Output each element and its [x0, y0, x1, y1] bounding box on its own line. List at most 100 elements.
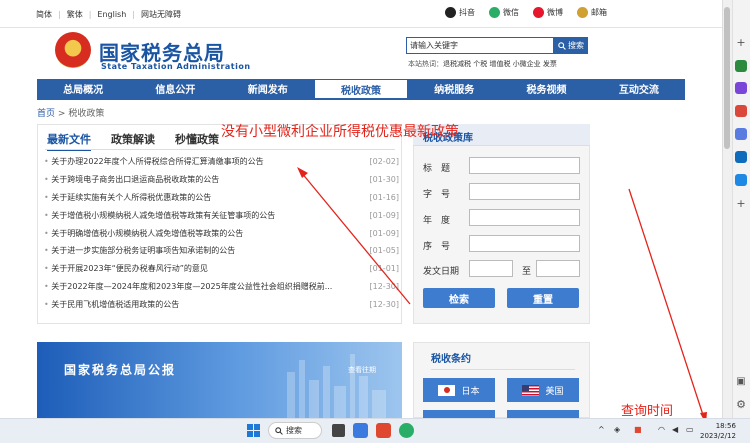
weibo-icon	[533, 7, 544, 18]
news-title[interactable]: 关于增值税小规模纳税人减免增值税等政策有关征管事项的公告	[44, 210, 275, 221]
nav-info-disclosure[interactable]: 信息公开	[129, 79, 221, 98]
country-usa-button[interactable]: 美国	[507, 378, 579, 402]
wps-icon[interactable]	[376, 423, 391, 438]
tab-policy-interpretation[interactable]: 政策解读	[111, 131, 155, 151]
hot-terms: 本站热词：退税减税 个税 增值税 小微企业 发票	[408, 59, 557, 69]
reset-button[interactable]: 重置	[507, 288, 579, 308]
taskbar-search[interactable]: 搜索	[268, 422, 322, 439]
news-date: [01-30]	[369, 175, 400, 185]
tray-wps-icon[interactable]: ■	[634, 425, 642, 434]
link-traditional[interactable]: 繁体	[67, 9, 83, 20]
tray-app-icon[interactable]: ◈	[614, 425, 620, 434]
label-doc-number: 字 号	[423, 190, 451, 200]
bulletin-banner[interactable]	[37, 342, 402, 418]
label-serial: 序 号	[423, 242, 451, 252]
hot-terms-list[interactable]: 退税减税 个税 增值税 小微企业 发票	[443, 60, 557, 68]
list-item[interactable]: 关于办理2022年度个人所得税综合所得汇算清缴事项的公告 [02-02]	[44, 153, 399, 171]
list-item[interactable]: 关于跨境电子商务出口退运商品税收政策的公告 [01-30]	[44, 171, 399, 189]
wifi-icon[interactable]: ◠	[658, 425, 665, 434]
news-title[interactable]: 关于延续实施有关个人所得税优惠政策的公告	[44, 192, 211, 203]
outlook-icon[interactable]	[735, 151, 747, 163]
social-wechat[interactable]: 微信	[489, 7, 519, 18]
nav-news[interactable]: 新闻发布	[222, 79, 314, 98]
country-button-partial[interactable]	[507, 410, 579, 418]
wechat-app-icon[interactable]	[399, 423, 414, 438]
year-field[interactable]	[469, 209, 580, 226]
nav-tax-policy[interactable]: 税收政策	[313, 79, 409, 98]
list-item[interactable]: 关于进一步实施部分税务证明事项告知承诺制的公告 [01-05]	[44, 242, 399, 260]
add-icon[interactable]: +	[735, 36, 747, 49]
query-button[interactable]: 检索	[423, 288, 495, 308]
news-title[interactable]: 关于进一步实施部分税务证明事项告知承诺制的公告	[44, 245, 235, 256]
list-item[interactable]: 关于开展2023年“便民办税春风行动”的意见 [01-01]	[44, 260, 399, 278]
list-item[interactable]: 关于2022年度—2024年度和2023年度—2025年度公益性社会组织捐赠税前…	[44, 278, 399, 296]
news-title[interactable]: 关于明确增值税小规模纳税人减免增值税等政策的公告	[44, 228, 243, 239]
taskbar-search-label: 搜索	[286, 426, 302, 435]
nav-tax-video[interactable]: 税务视频	[500, 79, 592, 98]
news-title[interactable]: 关于民用飞机增值税适用政策的公告	[44, 299, 179, 310]
social-douyin[interactable]: 抖音	[445, 7, 475, 18]
list-item[interactable]: 关于增值税小规模纳税人减免增值税等政策有关征管事项的公告 [01-09]	[44, 206, 399, 224]
edge-browser-icon[interactable]	[353, 423, 368, 438]
email-icon	[577, 7, 588, 18]
treaty-divider	[431, 369, 575, 370]
wechat-icon	[489, 7, 500, 18]
tab-quick-policy[interactable]: 秒懂政策	[175, 131, 219, 151]
breadcrumb-sep: >	[57, 109, 66, 119]
search-icon	[275, 426, 283, 435]
nav-overview[interactable]: 总局概况	[37, 79, 129, 98]
country-button-partial[interactable]	[423, 410, 495, 418]
date-from-field[interactable]	[469, 260, 513, 277]
social-douyin-label: 抖音	[459, 8, 475, 17]
volume-icon[interactable]: ◀	[672, 425, 678, 434]
tray-chevron-icon[interactable]: ^	[598, 425, 605, 434]
tools-icon[interactable]	[735, 82, 747, 94]
link-simplified[interactable]: 简体	[36, 9, 52, 20]
scrollbar-thumb[interactable]	[724, 7, 730, 149]
news-date: [12-30]	[369, 299, 400, 309]
search-button[interactable]: 搜索	[554, 37, 588, 54]
copilot-icon[interactable]	[735, 128, 747, 140]
doc-number-field[interactable]	[469, 183, 580, 200]
games-icon[interactable]	[735, 105, 747, 117]
tab-latest-files[interactable]: 最新文件	[47, 131, 91, 151]
search-input[interactable]	[406, 37, 554, 54]
list-item[interactable]: 关于延续实施有关个人所得税优惠政策的公告 [01-16]	[44, 189, 399, 207]
news-date: [01-09]	[369, 210, 400, 220]
social-wechat-label: 微信	[503, 8, 519, 17]
battery-icon[interactable]: ▭	[686, 425, 694, 434]
link-english[interactable]: English	[97, 10, 126, 19]
nav-interaction[interactable]: 互动交流	[593, 79, 685, 98]
news-title[interactable]: 关于办理2022年度个人所得税综合所得汇算清缴事项的公告	[44, 156, 263, 167]
nav-tax-service[interactable]: 纳税服务	[408, 79, 500, 98]
title-field[interactable]	[469, 157, 580, 174]
news-title[interactable]: 关于开展2023年“便民办税春风行动”的意见	[44, 263, 208, 274]
serial-field[interactable]	[469, 235, 580, 252]
label-date-to: 至	[522, 267, 532, 277]
more-add-icon[interactable]: +	[735, 197, 747, 210]
link-accessibility[interactable]: 网站无障碍	[141, 9, 181, 20]
task-view-icon[interactable]	[332, 424, 345, 437]
date-to-field[interactable]	[536, 260, 580, 277]
shopping-icon[interactable]	[735, 60, 747, 72]
main-nav: 总局概况 信息公开 新闻发布 税收政策 纳税服务 税务视频 互动交流	[37, 79, 685, 98]
list-item[interactable]: 关于明确增值税小规模纳税人减免增值税等政策的公告 [01-09]	[44, 224, 399, 242]
bulletin-more-link[interactable]: 查看往期	[348, 365, 376, 375]
sidebar-toggle-icon[interactable]: ▣	[735, 376, 747, 388]
windows-start-icon[interactable]	[247, 424, 260, 437]
news-date: [01-09]	[369, 228, 400, 238]
send-icon[interactable]	[735, 174, 747, 186]
settings-gear-icon[interactable]: ⚙	[735, 398, 747, 411]
list-item[interactable]: 关于民用飞机增值税适用政策的公告 [12-30]	[44, 295, 399, 313]
social-weibo[interactable]: 微博	[533, 7, 563, 18]
news-title[interactable]: 关于跨境电子商务出口退运商品税收政策的公告	[44, 174, 219, 185]
label-issue-date: 发文日期	[423, 267, 460, 277]
news-title[interactable]: 关于2022年度—2024年度和2023年度—2025年度公益性社会组织捐赠税前…	[44, 281, 332, 292]
social-email[interactable]: 邮箱	[577, 7, 607, 18]
social-weibo-label: 微博	[547, 8, 563, 17]
system-clock[interactable]: 18:56 2023/2/12	[700, 421, 736, 441]
breadcrumb-home[interactable]: 首页	[37, 109, 55, 119]
country-japan-button[interactable]: 日本	[423, 378, 495, 402]
japan-flag-icon	[438, 384, 456, 396]
bulletin-title: 国家税务总局公报	[64, 363, 177, 377]
